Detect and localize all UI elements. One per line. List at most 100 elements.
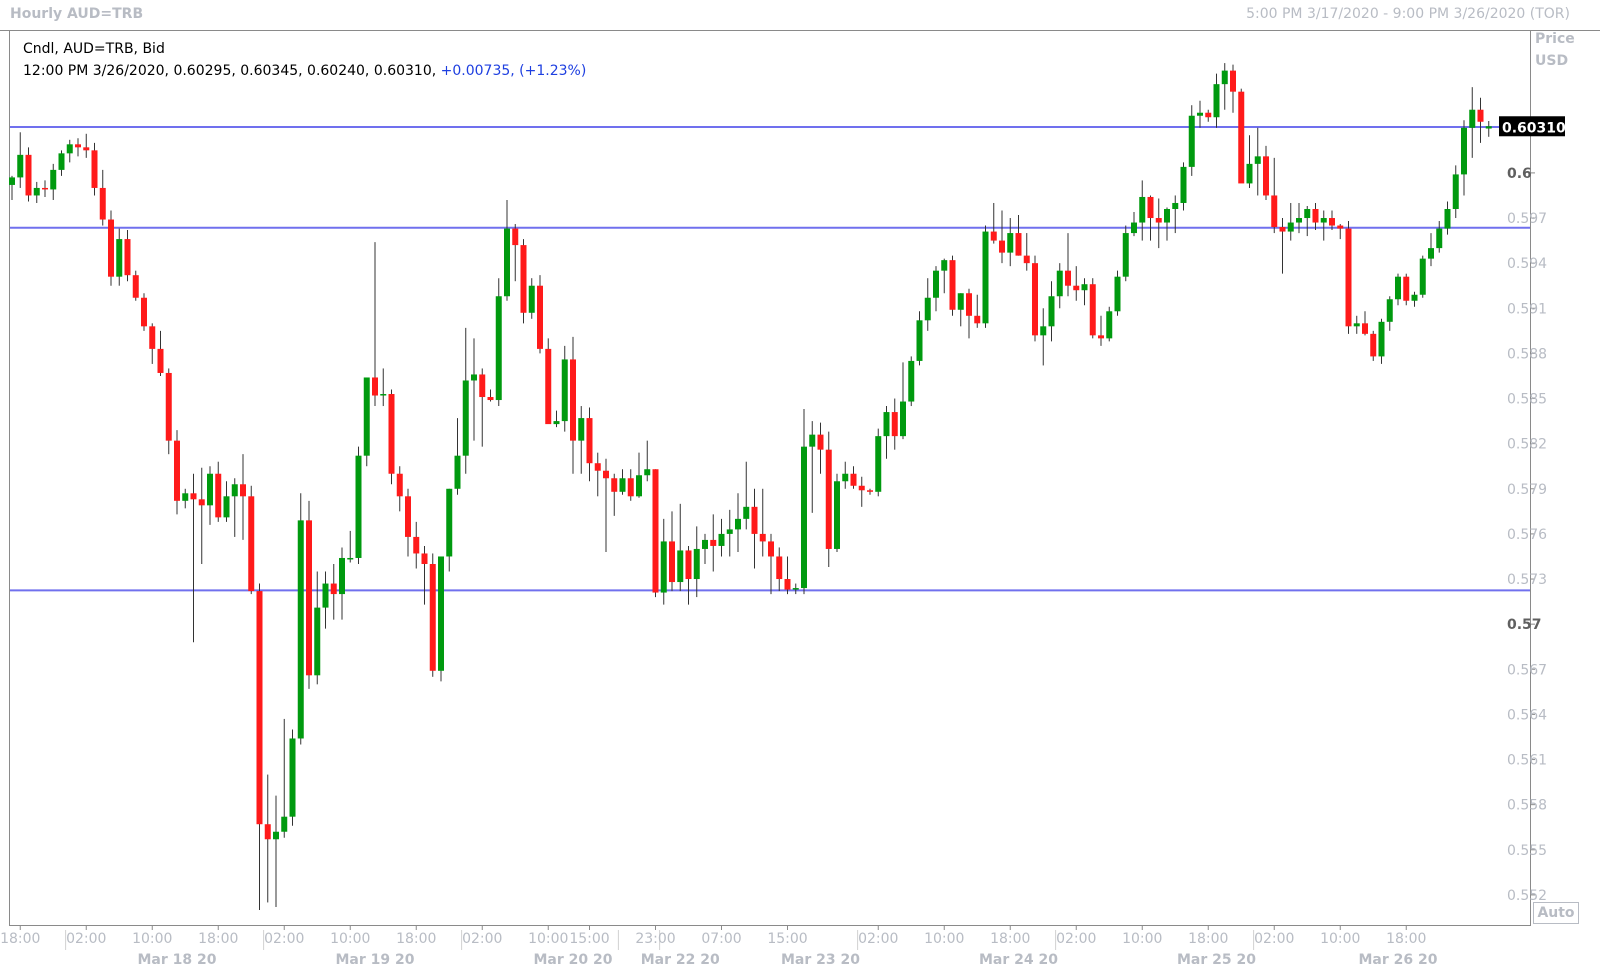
candle-body bbox=[916, 320, 923, 361]
candle-body bbox=[347, 557, 354, 560]
candle-body bbox=[1485, 126, 1492, 129]
candle-body bbox=[1089, 284, 1096, 336]
candle-body bbox=[429, 563, 436, 671]
x-tick-label: 10:00 bbox=[924, 931, 964, 947]
candle-body bbox=[157, 348, 164, 373]
candle-body bbox=[314, 607, 321, 676]
candle-body bbox=[743, 506, 750, 519]
candle-body bbox=[669, 541, 675, 583]
x-tick-label: 18:00 bbox=[990, 931, 1030, 947]
x-tick-label: 18:00 bbox=[1188, 931, 1228, 947]
candle-body bbox=[611, 478, 618, 492]
legend-series: Cndl, AUD=TRB, Bid bbox=[23, 41, 165, 57]
candle-body bbox=[1263, 156, 1269, 196]
y-tick-label: 0.555 bbox=[1507, 843, 1547, 859]
last-price-label: 0.60310 bbox=[1502, 120, 1566, 136]
x-tick-label: 07:00 bbox=[701, 931, 741, 947]
x-tick-label: 18:00 bbox=[396, 931, 436, 947]
candle-body bbox=[520, 245, 527, 313]
candle-body bbox=[1329, 218, 1335, 226]
candle-body bbox=[957, 293, 964, 310]
candle-body bbox=[1320, 218, 1327, 223]
y-tick-label: 0.564 bbox=[1507, 707, 1547, 723]
candle-body bbox=[149, 326, 156, 349]
candle-body bbox=[248, 496, 255, 592]
candle-body bbox=[380, 394, 387, 396]
candle-body bbox=[273, 831, 279, 840]
auto-scale-button[interactable]: Auto bbox=[1533, 902, 1579, 924]
y-tick-label: 0.585 bbox=[1507, 392, 1547, 408]
candle-body bbox=[842, 473, 849, 482]
y-tick-label: 0.576 bbox=[1507, 527, 1547, 543]
candle-body bbox=[933, 270, 939, 298]
candle-body bbox=[1056, 270, 1063, 297]
y-tick-label: 0.579 bbox=[1507, 482, 1547, 498]
candle-body bbox=[858, 485, 865, 491]
candle-body bbox=[405, 496, 411, 537]
x-tick-label: 15:00 bbox=[569, 931, 609, 947]
candle-body bbox=[1114, 276, 1121, 312]
candle-body bbox=[198, 499, 205, 506]
candle-body bbox=[1147, 196, 1154, 219]
x-tick-label: 10:00 bbox=[330, 931, 370, 947]
candle-body bbox=[603, 470, 609, 479]
candle-body bbox=[1362, 323, 1368, 334]
candle-body bbox=[1337, 225, 1344, 229]
candle-body bbox=[1007, 233, 1014, 253]
candle-body bbox=[339, 557, 345, 595]
y-tick-label: 0.582 bbox=[1507, 437, 1547, 453]
y-tick-label: 0.597 bbox=[1507, 211, 1547, 227]
candle-body bbox=[982, 231, 989, 324]
candle-body bbox=[1172, 202, 1179, 209]
candle-body bbox=[108, 219, 114, 277]
candle-body bbox=[759, 533, 766, 542]
candle-body bbox=[1205, 112, 1212, 118]
legend-ohlc: 12:00 PM 3/26/2020, 0.60295, 0.60345, 0.… bbox=[23, 60, 586, 82]
candle-body bbox=[289, 738, 296, 817]
candlestick-chart[interactable]: 0.6 0.597 0.594 0.591 0.588 0.585 0.582 0.579 0.… bbox=[0, 0, 1600, 970]
candle-body bbox=[75, 144, 81, 148]
candle-body bbox=[1213, 84, 1220, 118]
candle-body bbox=[693, 548, 700, 580]
candle-body bbox=[1386, 299, 1393, 322]
candle-body bbox=[685, 550, 692, 580]
chart-legend: Cndl, AUD=TRB, Bid 12:00 PM 3/26/2020, 0… bbox=[23, 38, 586, 82]
candle-body bbox=[1312, 209, 1319, 223]
candle-body bbox=[999, 240, 1005, 253]
candle-body bbox=[966, 293, 972, 316]
candle-body bbox=[900, 401, 906, 437]
candle-body bbox=[908, 360, 915, 402]
x-date-label: Mar 22 20 bbox=[641, 952, 720, 968]
y-tick-label: 0.57 bbox=[1507, 617, 1542, 633]
candle-body bbox=[1122, 233, 1129, 277]
candle-body bbox=[1296, 218, 1302, 223]
candle-body bbox=[1428, 248, 1434, 259]
candle-body bbox=[58, 153, 65, 170]
candle-body bbox=[9, 177, 15, 185]
candle-body bbox=[1155, 218, 1162, 223]
candle-body bbox=[495, 296, 502, 401]
candle-body bbox=[207, 473, 213, 506]
candle-body bbox=[91, 150, 98, 188]
candle-body bbox=[636, 475, 642, 497]
candle-body bbox=[586, 418, 593, 464]
x-tick-label: 18:00 bbox=[0, 931, 40, 947]
candle-body bbox=[479, 374, 486, 398]
x-tick-label: 02:00 bbox=[462, 931, 502, 947]
candle-body bbox=[1353, 323, 1360, 327]
candle-body bbox=[1436, 228, 1443, 249]
candle-body bbox=[215, 473, 222, 518]
candle-body bbox=[875, 436, 882, 492]
candle-body bbox=[660, 541, 667, 593]
candle-body bbox=[941, 260, 948, 271]
x-tick-label: 18:00 bbox=[198, 931, 238, 947]
x-tick-label: 02:00 bbox=[66, 931, 106, 947]
candle-body bbox=[1461, 127, 1467, 175]
candle-body bbox=[735, 518, 741, 530]
candle-body bbox=[396, 473, 403, 497]
y-tick-label: 0.594 bbox=[1507, 256, 1547, 272]
candle-body bbox=[1246, 163, 1253, 184]
candle-body bbox=[627, 478, 634, 497]
legend-change: +0.00735, (+1.23%) bbox=[440, 63, 587, 79]
candle-body bbox=[240, 484, 246, 497]
